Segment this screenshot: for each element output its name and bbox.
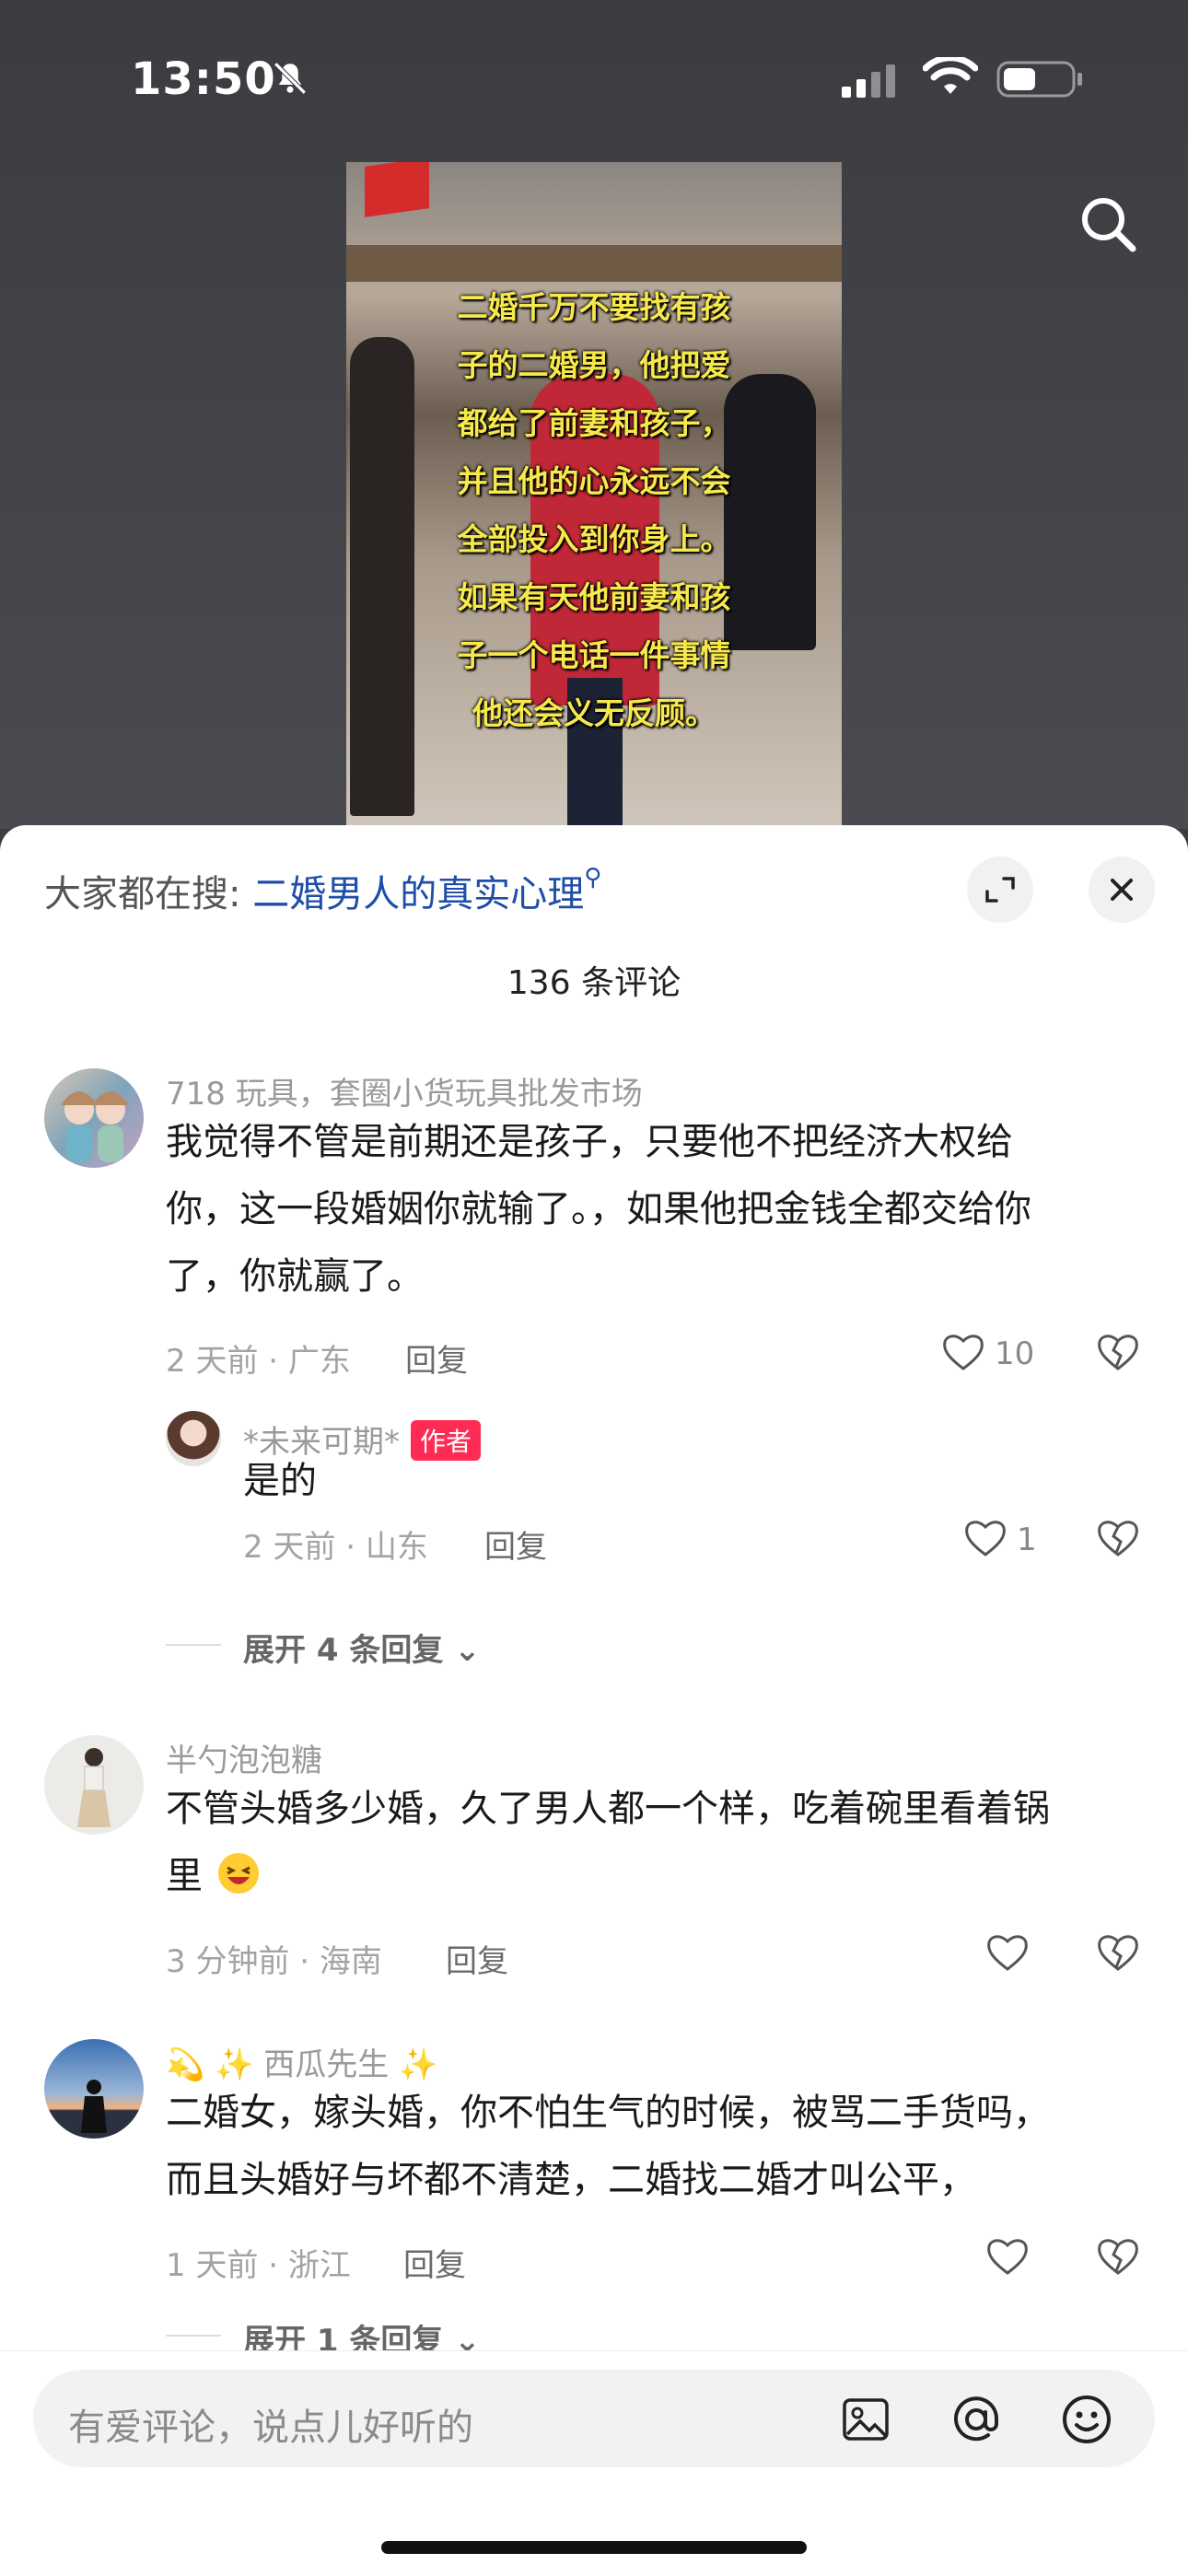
like-count: 1 [1017,1521,1037,1558]
comment-meta: 3 分钟前 · 海南 [166,1943,382,1980]
mute-bell-icon [274,62,307,95]
comment-line: 你，这一段婚姻你就输了。，如果他把金钱全都交给你 [166,1188,1031,1230]
divider-line [166,2335,221,2337]
avatar-image [61,1091,129,1162]
heart-icon[interactable] [961,1514,1009,1562]
caption-line: 全部投入到你身上。 [457,521,731,557]
comment-username[interactable]: 半勺泡泡糖 [166,1735,322,1780]
hot-search[interactable]: 大家都在搜: 二婚男人的真实心理⚲ [44,864,601,917]
dislike-broken-heart-icon[interactable] [1094,2232,1142,2280]
comment-text: 我觉得不管是前期还是孩子，只要他不把经济大权给 你，这一段婚姻你就输了。，如果他… [166,1109,1031,1311]
wifi-icon [923,57,978,94]
avatar-image [81,2080,107,2133]
comment-line: 了，你就赢了。 [166,1255,424,1298]
signal-icon [842,64,895,98]
status-time: 13:50 [131,53,276,105]
dislike-broken-heart-icon[interactable] [1094,1514,1142,1562]
reply-button[interactable]: 回复 [405,1335,468,1381]
flag-decoration [365,162,429,217]
search-small-icon: ⚲ [584,864,602,892]
divider-line [166,1644,221,1646]
video-background: 13:50 二婚千万不要找有孩 子的二婚男，他把爱 都给了前妻和孩子， 并且他的… [0,0,1188,829]
caption-line: 如果有天他前妻和孩 [457,579,731,615]
at-mention-icon[interactable] [949,2392,1004,2447]
avatar[interactable] [44,1068,144,1168]
status-bar: 13:50 [0,48,1188,112]
caption-line: 二婚千万不要找有孩 [457,289,731,325]
caption-line: 子的二婚男，他把爱 [457,347,731,383]
comment-sheet: 大家都在搜: 二婚男人的真实心理⚲ 136 条评论 718 玩具，套圈小货玩具批… [0,825,1188,2575]
reply-button[interactable]: 回复 [446,1936,508,1981]
caption-line: 子一个电话一件事情 [457,637,731,673]
expand-replies-button[interactable]: 展开 4 条回复 ⌄ [243,1625,481,1670]
video-caption: 二婚千万不要找有孩 子的二婚男，他把爱 都给了前妻和孩子， 并且他的心永远不会 … [346,278,842,742]
expand-button[interactable] [967,857,1033,923]
dislike-broken-heart-icon[interactable] [1094,1929,1142,1976]
search-icon[interactable] [1076,192,1140,256]
comment-text: 不管头婚多少婚，久了男人都一个样，吃着碗里看着锅 里 [166,1776,1050,1910]
hot-search-prefix: 大家都在搜: [44,873,241,915]
comment-username[interactable]: 718 玩具，套圈小货玩具批发市场 [166,1068,643,1113]
comment-text: 二婚女，嫁头婚，你不怕生气的时候，被骂二手货吗， 而且头婚好与坏都不清楚，二婚找… [166,2080,1050,2214]
avatar-image [77,1748,111,1827]
comment-line: 我觉得不管是前期还是孩子，只要他不把经济大权给 [166,1121,1013,1163]
close-icon [1111,879,1133,901]
heart-icon[interactable] [984,1929,1031,1976]
comment-input-placeholder: 有爱评论，说点儿好听的 [68,2407,473,2449]
heart-icon[interactable] [984,2232,1031,2280]
comment-username[interactable]: 💫 ✨ 西瓜先生 ✨ [166,2039,437,2084]
avatar[interactable] [44,2039,144,2139]
comment-count: 136 条评论 [507,964,681,1002]
expand-icon [985,877,1015,903]
image-icon[interactable] [840,2394,891,2445]
comment-input-bar: 有爱评论，说点儿好听的 [0,2350,1188,2576]
fence-decoration [346,245,842,282]
home-indicator [381,2541,807,2554]
reply-button[interactable]: 回复 [484,1521,547,1567]
hot-search-keyword[interactable]: 二婚男人的真实心理 [252,873,584,915]
caption-line: 并且他的心永远不会 [457,463,731,499]
laughing-emoji-icon [217,1853,259,1894]
emoji-icon[interactable] [1059,2392,1114,2447]
dislike-broken-heart-icon[interactable] [1094,1328,1142,1376]
comment-meta: 2 天前 · 广东 [166,1343,351,1380]
heart-icon[interactable] [939,1328,987,1376]
avatar[interactable] [166,1411,221,1466]
comment-line: 里 [166,1843,1050,1910]
reply-button[interactable]: 回复 [403,2240,466,2285]
avatar[interactable] [44,1735,144,1835]
reply-text: 是的 [243,1460,317,1502]
comment-input[interactable]: 有爱评论，说点儿好听的 [33,2370,1155,2467]
comment-meta: 1 天前 · 浙江 [166,2247,351,2284]
video-thumbnail[interactable]: 二婚千万不要找有孩 子的二婚男，他把爱 都给了前妻和孩子， 并且他的心永远不会 … [346,162,842,825]
close-button[interactable] [1089,857,1155,923]
comment-line: 二婚女，嫁头婚，你不怕生气的时候，被骂二手货吗， [166,2092,1050,2134]
reply-meta: 2 天前 · 山东 [243,1529,428,1566]
chevron-down-icon: ⌄ [443,1632,481,1669]
comment-line: 不管头婚多少婚，久了男人都一个样，吃着碗里看着锅 [166,1788,1050,1830]
battery-icon [996,61,1082,98]
caption-line: 都给了前妻和孩子， [457,405,731,441]
like-count: 10 [995,1335,1035,1372]
caption-line: 他还会义无反顾。 [472,695,716,731]
comment-line-text: 里 [166,1855,203,1897]
expand-replies-label: 展开 4 条回复 [243,1632,444,1669]
author-badge: 作者 [411,1420,482,1461]
comment-line: 而且头婚好与坏都不清楚，二婚找二婚才叫公平， [166,2159,976,2201]
